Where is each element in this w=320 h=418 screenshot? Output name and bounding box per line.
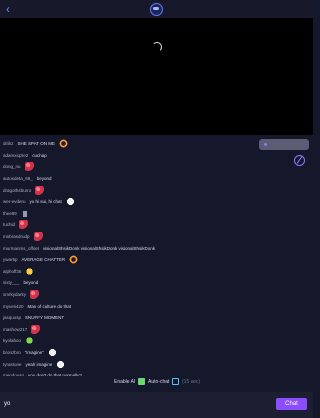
chat-username[interactable]: smrkydarky [3,292,26,297]
chat-text: you don't do that normally? [28,373,82,376]
chat-username[interactable]: alphoff36 [3,269,21,274]
chat-username[interactable]: myves420 [3,304,24,309]
chat-text: yeah imagine [25,361,53,367]
chat-username[interactable]: wer-evderu [3,199,26,204]
chat-text: beyond [23,280,39,286]
chat-username[interactable]: adamxiqzle2 [3,153,28,158]
chat-message: autosdeta_69_ beyond [3,173,233,185]
enable-ai-checkbox[interactable] [138,378,145,385]
chat-text: cuchap [32,152,47,158]
chat-input[interactable]: yo [3,398,269,410]
red-emote-icon [31,324,41,334]
chat-username[interactable]: kyolaboo [3,338,21,343]
loading-spinner-icon [152,42,162,52]
chat-message: sixty___ beyond [3,277,233,289]
red-emote-icon [19,220,29,230]
chat-message: mashow217 [3,324,233,336]
chat-panel: dirikz SHE SPAT ON ME adamxiqzle2 cuchap don… [0,135,313,377]
chat-text: SHE SPAT ON ME [17,141,56,147]
slash-circle-icon[interactable] [294,155,305,166]
auto-chat-interval: (15 sec) [182,379,201,385]
enable-ai-label: Enable AI [114,379,136,385]
chat-text: beyond [36,176,52,182]
chat-message: mendoyan you don't do that normally? [3,370,233,376]
chat-message: ywar5p AVERAGE CHATTER [3,254,233,266]
chat-message: dirikz SHE SPAT ON ME [3,138,233,150]
chat-username[interactable]: mnbrasdrudp [3,234,30,239]
chat-text: visionalShsikDonk visionalShsikDonk visi… [42,245,155,251]
chat-text: SNUFFY MOMENT [25,315,65,321]
chat-message: wer-evderu yo hi sui, hi chat [3,196,233,208]
chat-text: yo hi sui, hi chat [29,199,62,205]
gold-emote-icon [25,266,35,276]
auto-chat-label: Auto-chat [148,379,170,385]
chat-message: alphoff36 [3,266,233,278]
chat-username[interactable]: mendoyan [3,373,24,376]
chat-message: tyrastone yeah imagine [3,358,233,370]
green-emote-icon [25,336,35,346]
composer-bar: yo Chat [0,392,313,418]
chat-text: Man of culture do that [27,303,72,309]
chat-username[interactable]: autosdeta_69_ [3,176,33,181]
white-emote-icon [47,347,57,357]
chat-button[interactable]: Chat [276,398,307,410]
red-ring-emote-icon [59,139,69,149]
cup-emote-icon [20,208,30,218]
chat-message: smrkydarky [3,289,233,301]
chat-username[interactable]: tuchid [3,222,15,227]
chat-message: thee89 [3,208,233,220]
chat-username[interactable]: mashow217 [3,327,27,332]
chat-message: dong_nu [3,161,233,173]
chat-username[interactable]: sixty___ [3,280,20,285]
chat-message: mnbrasdrudp [3,231,233,243]
chat-list: dirikz SHE SPAT ON ME adamxiqzle2 cuchap don… [3,138,233,376]
chat-message: dragoth4burro [3,184,233,196]
chat-username[interactable]: thee89 [3,211,17,216]
red-emote-icon [24,162,34,172]
auto-chat-checkbox[interactable] [172,378,179,385]
chat-username[interactable]: bronzbro [3,350,21,355]
chevron-left-icon[interactable]: ‹ [6,3,16,15]
chat-message: adamxiqzle2 cuchap [3,150,233,162]
red-emote-icon [33,232,43,242]
chat-controls: Enable AI Auto-chat (15 sec) [0,377,313,389]
chat-username[interactable]: dragoth4burro [3,188,31,193]
chat-message: murmanms_offset visionalShsikDonk visiona… [3,242,233,254]
chat-message: kyolaboo [3,335,233,347]
chat-message: jasquosp SNUFFY MOMENT [3,312,233,324]
side-toggle-button[interactable] [259,139,309,150]
top-bar: ‹ [0,0,313,18]
chat-message: tuchid [3,219,233,231]
chat-username[interactable]: dirikz [3,141,14,146]
app-logo-icon [150,3,163,16]
white-emote-icon [56,359,66,369]
video-player[interactable] [0,18,313,135]
red-emote-icon [30,290,40,300]
chat-message: bronzbro "imagine" [3,347,233,359]
chat-message: myves420 Man of culture do that [3,300,233,312]
chat-username[interactable]: tyrastone [3,362,22,367]
red-ring-emote-icon [69,255,79,265]
white-emote-icon [65,197,75,207]
chat-username[interactable]: ywar5p [3,257,18,262]
chat-username[interactable]: jasquosp [3,315,21,320]
red-emote-icon [35,185,45,195]
chat-username[interactable]: murmanms_offset [3,246,39,251]
chat-username[interactable]: dong_nu [3,164,21,169]
chat-text: "imagine" [24,349,44,355]
chat-text: AVERAGE CHATTER [21,257,66,263]
